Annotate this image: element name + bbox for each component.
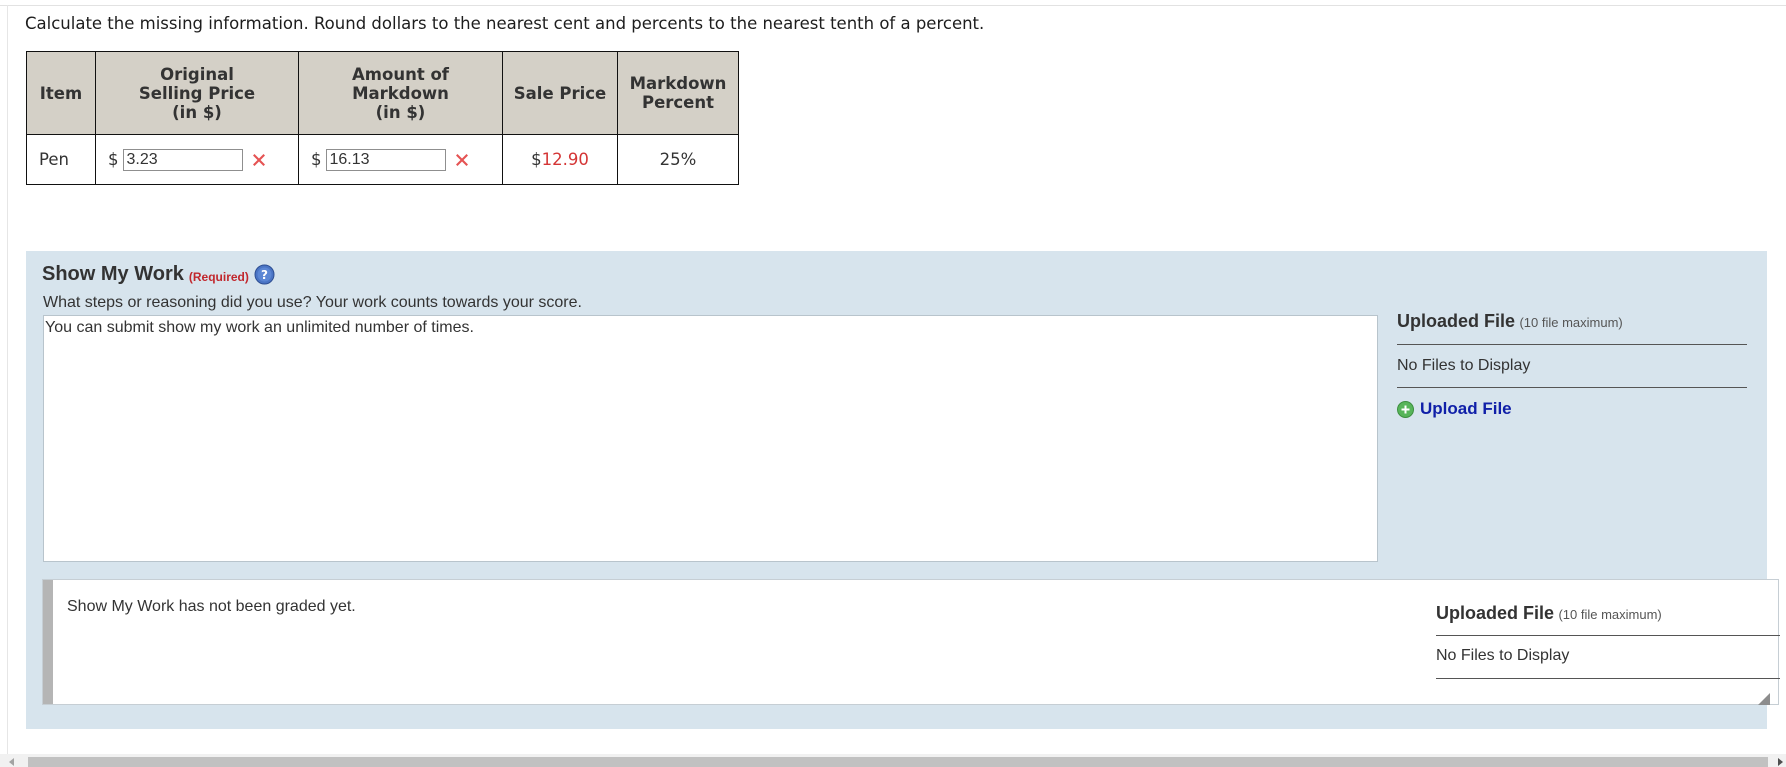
graded-panel-bar [43,580,53,704]
cell-amount-markdown: $ [298,134,503,185]
sale-price-amount: 12.90 [541,150,589,169]
horizontal-scrollbar[interactable] [0,754,1786,767]
graded-uploaded-max: (10 file maximum) [1558,607,1662,622]
table-header-row: Item Original Selling Price (in $) Amoun… [26,51,739,135]
uploaded-file-divider [1397,344,1747,345]
header-original-price: Original Selling Price (in $) [95,51,299,135]
markdown-table: Item Original Selling Price (in $) Amoun… [26,51,739,185]
graded-uploaded-title: Uploaded File [1436,603,1555,623]
show-my-work-title: Show My Work [42,263,184,285]
graded-message: Show My Work has not been graded yet. [67,598,356,615]
cell-markdown-percent: 25% [617,134,739,185]
graded-no-files-text: No Files to Display [1436,647,1570,664]
page-fold-corner [1758,693,1770,705]
header-amount-line3: (in $) [375,102,426,122]
currency-symbol: $ [108,150,119,169]
scroll-left-arrow-icon[interactable] [9,758,14,766]
show-my-work-textarea[interactable]: You can submit show my work an unlimited… [43,315,1378,562]
cell-item: Pen [26,134,96,185]
instructions-text: Calculate the missing information. Round… [25,14,985,33]
cell-sale-price: $12.90 [502,134,618,185]
cell-original-price: $ [95,134,299,185]
header-amount-line2: Markdown [352,83,449,103]
header-amount-markdown: Amount of Markdown (in $) [298,51,503,135]
header-original-line2: Selling Price [138,83,256,103]
question-mark-icon[interactable]: ? [254,264,275,285]
upload-file-link[interactable]: Upload File [1397,399,1512,419]
uploaded-file-heading: Uploaded File (10 file maximum) [1397,311,1623,332]
show-my-work-heading: Show My Work (Required) ? [42,263,275,286]
upload-file-label: Upload File [1420,399,1512,418]
uploaded-file-divider [1397,387,1747,388]
scroll-right-arrow-icon[interactable] [1778,758,1783,766]
graded-status-panel: Show My Work has not been graded yet. Up… [42,579,1780,705]
top-border [0,5,1786,6]
header-markdown-percent: Markdown Percent [617,51,739,135]
header-item: Item [26,51,96,135]
plus-circle-icon [1397,400,1414,418]
table-row: Pen $ $ $ [26,134,739,185]
x-mark-icon [455,153,468,166]
no-files-text: No Files to Display [1397,357,1531,374]
header-original-line3: (in $) [172,102,222,122]
required-label: (Required) [188,269,249,284]
show-my-work-subtitle: What steps or reasoning did you use? You… [43,294,582,311]
header-markdown-line2: Percent [641,93,715,112]
uploaded-file-title: Uploaded File [1397,311,1516,331]
x-mark-icon [252,153,265,166]
sale-price-dollar: $ [531,150,542,169]
uploaded-file-max: (10 file maximum) [1519,315,1623,330]
currency-symbol: $ [311,150,322,169]
header-markdown-line1: Markdown [629,74,727,93]
amount-markdown-input[interactable] [325,148,446,171]
scrollbar-thumb[interactable] [28,757,1768,767]
svg-text:?: ? [261,268,268,282]
header-amount-line1: Amount of [352,64,449,84]
graded-uploaded-heading: Uploaded File (10 file maximum) [1436,603,1662,624]
graded-uploaded-divider [1436,678,1780,679]
header-original-line1: Original [160,64,234,84]
header-sale-price: Sale Price [502,51,618,135]
original-price-input[interactable] [122,148,243,171]
graded-uploaded-divider [1436,635,1780,636]
left-border [7,5,8,767]
